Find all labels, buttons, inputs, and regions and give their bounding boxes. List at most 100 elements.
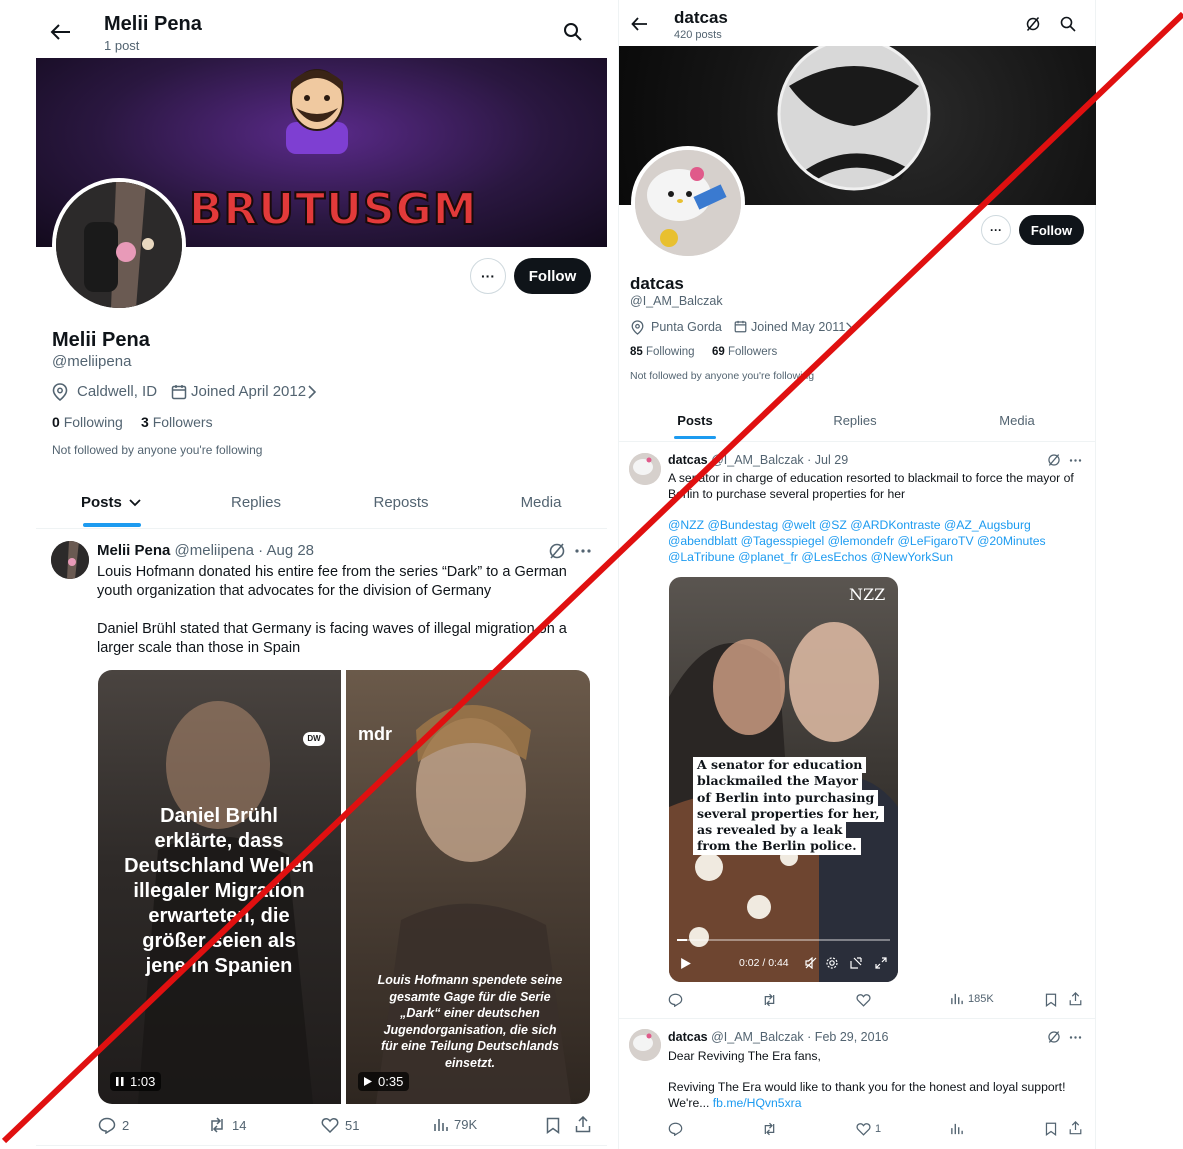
follow-button[interactable]: Follow	[514, 258, 591, 294]
views-action[interactable]: 79K	[434, 1117, 477, 1132]
following-stat[interactable]: 0 Following	[52, 414, 123, 430]
profile-name: datcas	[630, 274, 684, 293]
caption-line: A senator for education	[693, 757, 867, 774]
profile-avatar[interactable]	[52, 178, 186, 312]
post-1-mentions-3[interactable]: @LaTribune @planet_fr @LesEchos @NewYork…	[668, 549, 1083, 565]
post-1-video[interactable]: NZZ A senator for education blackmailed …	[669, 577, 898, 982]
pause-icon[interactable]	[116, 1077, 124, 1086]
profile-handle: @I_AM_Balczak	[630, 294, 723, 308]
views-count: 79K	[454, 1117, 478, 1132]
chevron-right-icon[interactable]	[307, 385, 317, 399]
profile-joined: Joined May 2011	[751, 320, 846, 334]
bookmark-icon[interactable]	[1045, 1122, 1057, 1136]
post-more-icon[interactable]	[1069, 1036, 1082, 1039]
post-1-mentions-1[interactable]: @NZZ @Bundestag @welt @SZ @ARDKontraste …	[668, 517, 1083, 533]
video-2-duration: 0:35	[358, 1072, 410, 1091]
post-1-text: A senator in charge of education resorte…	[668, 471, 1074, 501]
video-2-duration-text: 0:35	[378, 1074, 404, 1089]
tab-media[interactable]: Media	[501, 494, 581, 511]
share-icon[interactable]	[1069, 1121, 1082, 1135]
post-date[interactable]: · Aug 28	[258, 542, 314, 559]
bookmark-icon[interactable]	[1045, 993, 1057, 1007]
calendar-icon	[734, 320, 747, 333]
reply-action[interactable]: 2	[98, 1117, 129, 1134]
post-author-name[interactable]: datcas	[668, 453, 708, 467]
grok-icon[interactable]	[1025, 16, 1041, 32]
tab-replies[interactable]: Replies	[819, 413, 891, 428]
post-header: Melii Pena @meliipena · Aug 28	[97, 542, 314, 559]
grok-icon[interactable]	[1047, 453, 1061, 467]
profile-joined: Joined April 2012	[191, 383, 307, 400]
play-icon[interactable]	[364, 1077, 372, 1086]
post-1-mentions-2[interactable]: @abendblatt @Tagesspiegel @lemondefr @Le…	[668, 533, 1083, 549]
profile-avatar[interactable]	[631, 146, 745, 260]
like-action[interactable]: 1	[856, 1122, 881, 1136]
more-options-button[interactable]: ···	[981, 215, 1011, 245]
back-arrow-icon[interactable]	[631, 16, 649, 32]
tab-active-underline	[674, 436, 716, 439]
heart-icon[interactable]	[856, 993, 871, 1007]
chevron-right-icon[interactable]	[845, 322, 853, 333]
fullscreen-icon[interactable]	[875, 957, 887, 969]
tab-posts[interactable]: Posts	[659, 413, 731, 428]
following-count: 0	[52, 414, 60, 430]
pip-icon[interactable]	[850, 957, 862, 969]
like-action[interactable]: 51	[321, 1117, 359, 1133]
post-avatar[interactable]	[629, 1029, 661, 1061]
caption-line: several properties for her,	[693, 805, 884, 823]
caption-line: from the Berlin police.	[693, 838, 861, 855]
tab-replies[interactable]: Replies	[216, 494, 296, 511]
views-icon[interactable]	[951, 1123, 963, 1135]
post-author-name[interactable]: datcas	[668, 1030, 708, 1044]
more-options-button[interactable]: ···	[470, 258, 506, 294]
grok-icon[interactable]	[548, 542, 566, 560]
post-avatar[interactable]	[629, 453, 661, 485]
search-icon[interactable]	[1060, 16, 1076, 32]
post-avatar[interactable]	[51, 541, 89, 579]
post-date[interactable]: · Jul 29	[807, 453, 848, 467]
views-icon	[951, 993, 963, 1005]
profile-location: Punta Gorda	[651, 320, 722, 334]
post-author-handle[interactable]: @I_AM_Balczak	[711, 1030, 804, 1044]
views-action[interactable]: 185K	[951, 993, 994, 1005]
bookmark-icon[interactable]	[546, 1117, 560, 1134]
video-progress-track[interactable]	[677, 939, 890, 941]
repost-icon[interactable]	[762, 993, 777, 1007]
post-more-icon[interactable]	[1069, 459, 1082, 462]
followers-count: 3	[141, 414, 149, 430]
tab-media[interactable]: Media	[981, 413, 1053, 428]
reply-icon[interactable]	[668, 993, 683, 1007]
back-arrow-icon[interactable]	[50, 22, 72, 42]
video-1[interactable]: DW Daniel Brühl erklärte, dass Deutschla…	[98, 670, 341, 1104]
dw-logo-badge: DW	[303, 732, 325, 746]
mute-icon[interactable]	[805, 957, 817, 969]
settings-icon[interactable]	[826, 957, 838, 969]
post-author-handle[interactable]: @I_AM_Balczak	[711, 453, 804, 467]
profile-handle: @meliipena	[52, 353, 132, 370]
caption-line: of Berlin into purchasing	[693, 789, 879, 806]
post-2-link[interactable]: fb.me/HQvn5xra	[713, 1096, 802, 1110]
share-icon[interactable]	[575, 1116, 591, 1133]
share-icon[interactable]	[1069, 992, 1082, 1006]
repost-icon[interactable]	[762, 1122, 777, 1136]
tab-posts[interactable]: Posts	[66, 494, 156, 511]
reply-icon[interactable]	[668, 1122, 683, 1136]
banner-logo-text: BRUTUSGM	[188, 183, 478, 236]
follow-button[interactable]: Follow	[1019, 215, 1084, 245]
repost-action[interactable]: 14	[208, 1117, 246, 1133]
post-author-handle[interactable]: @meliipena	[175, 542, 254, 559]
tab-reposts[interactable]: Reposts	[356, 494, 446, 511]
post-author-name[interactable]: Melii Pena	[97, 542, 170, 559]
search-icon[interactable]	[563, 22, 583, 42]
grok-icon[interactable]	[1047, 1030, 1061, 1044]
followers-stat[interactable]: 3 Followers	[141, 414, 213, 430]
followers-stat[interactable]: 69 Followers	[712, 346, 777, 358]
post-more-icon[interactable]	[575, 549, 591, 553]
video-1-duration: 1:03	[110, 1072, 162, 1091]
heart-icon	[856, 1122, 871, 1136]
play-icon[interactable]	[681, 958, 691, 969]
post-1-video-caption: A senator for education blackmailed the …	[693, 757, 884, 855]
post-date[interactable]: · Feb 29, 2016	[807, 1030, 888, 1044]
video-2[interactable]: mdr Louis Hofmann spendete seine gesamte…	[346, 670, 590, 1104]
following-stat[interactable]: 85 Following	[630, 346, 695, 358]
